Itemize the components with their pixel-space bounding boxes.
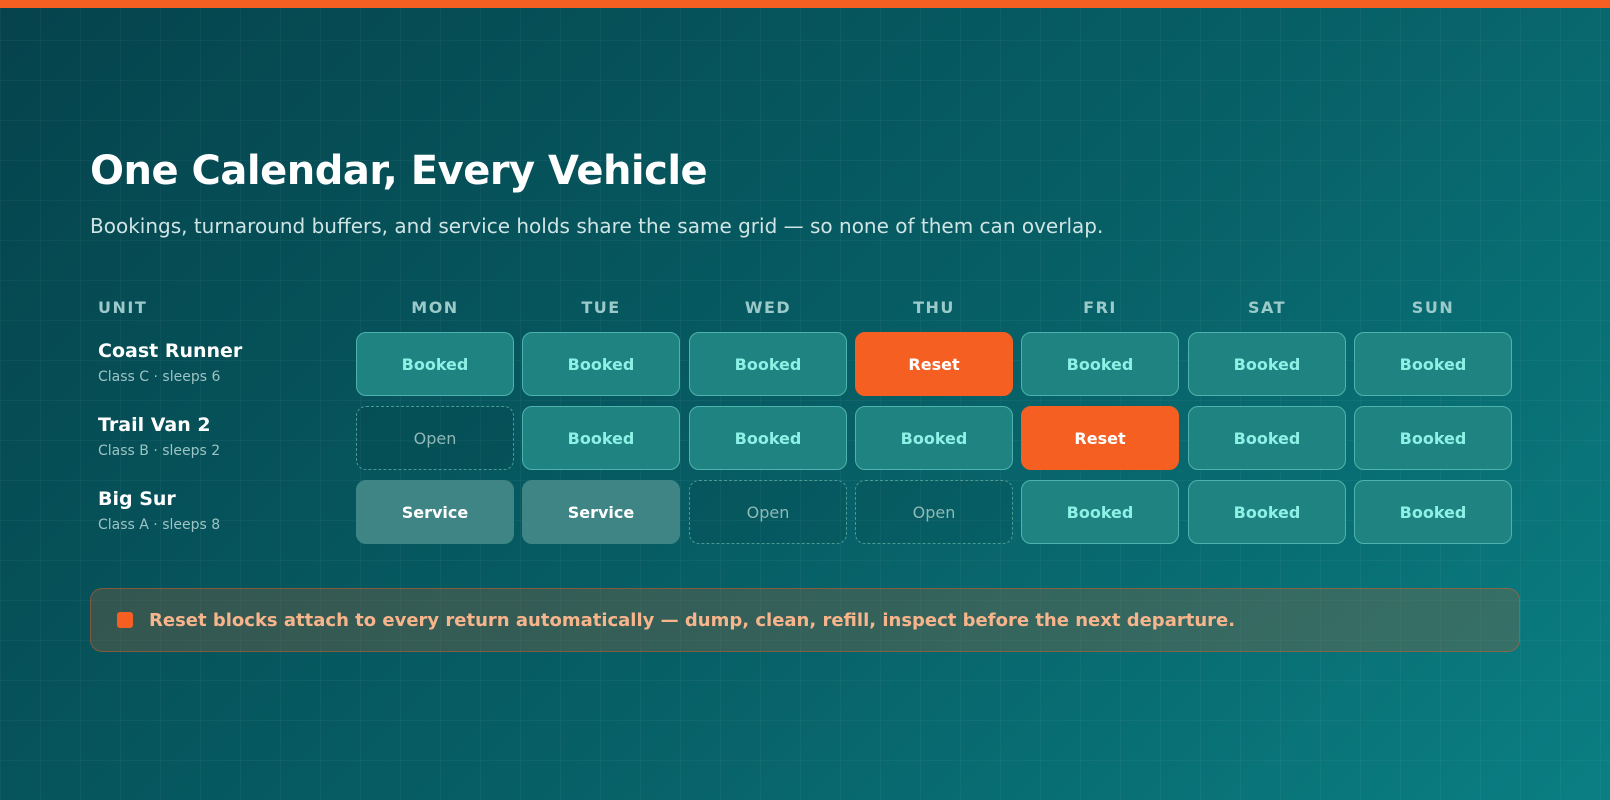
cell-coast-runner-fri[interactable]: Booked bbox=[1021, 332, 1179, 396]
background-grid bbox=[0, 0, 1610, 800]
day-header-fri: FRI bbox=[1083, 298, 1117, 317]
day-header-sun: SUN bbox=[1411, 298, 1455, 317]
cell-big-sur-thu[interactable]: Open bbox=[855, 480, 1013, 544]
cell-coast-runner-thu[interactable]: Reset bbox=[855, 332, 1013, 396]
cell-coast-runner-sun[interactable]: Booked bbox=[1354, 332, 1512, 396]
cell-trail-van-2-fri[interactable]: Reset bbox=[1021, 406, 1179, 470]
cell-coast-runner-tue[interactable]: Booked bbox=[522, 332, 680, 396]
reset-info-banner: Reset blocks attach to every return auto… bbox=[90, 588, 1520, 652]
cell-coast-runner-wed[interactable]: Booked bbox=[689, 332, 847, 396]
cell-coast-runner-mon[interactable]: Booked bbox=[356, 332, 514, 396]
cell-big-sur-sun[interactable]: Booked bbox=[1354, 480, 1512, 544]
reset-marker-icon bbox=[117, 612, 133, 628]
day-header-wed: WED bbox=[744, 298, 792, 317]
cell-big-sur-mon[interactable]: Service bbox=[356, 480, 514, 544]
page-title: One Calendar, Every Vehicle bbox=[90, 148, 708, 194]
cell-trail-van-2-wed[interactable]: Booked bbox=[689, 406, 847, 470]
unit-detail-big-sur: Class A · sleeps 8 bbox=[98, 517, 221, 533]
cell-trail-van-2-sat[interactable]: Booked bbox=[1188, 406, 1346, 470]
accent-top-bar bbox=[0, 0, 1610, 8]
reset-info-text: Reset blocks attach to every return auto… bbox=[149, 609, 1236, 631]
day-header-sat: SAT bbox=[1247, 298, 1287, 317]
day-header-mon: MON bbox=[411, 298, 459, 317]
cell-big-sur-wed[interactable]: Open bbox=[689, 480, 847, 544]
cell-big-sur-tue[interactable]: Service bbox=[522, 480, 680, 544]
cell-coast-runner-sat[interactable]: Booked bbox=[1188, 332, 1346, 396]
unit-name-big-sur: Big Sur bbox=[98, 488, 176, 510]
unit-column-header: UNIT bbox=[98, 298, 148, 317]
unit-detail-trail-van-2: Class B · sleeps 2 bbox=[98, 443, 221, 459]
cell-big-sur-fri[interactable]: Booked bbox=[1021, 480, 1179, 544]
cell-trail-van-2-mon[interactable]: Open bbox=[356, 406, 514, 470]
cell-trail-van-2-thu[interactable]: Booked bbox=[855, 406, 1013, 470]
unit-name-trail-van-2: Trail Van 2 bbox=[98, 414, 211, 436]
cell-big-sur-sat[interactable]: Booked bbox=[1188, 480, 1346, 544]
unit-detail-coast-runner: Class C · sleeps 6 bbox=[98, 369, 221, 385]
day-header-tue: TUE bbox=[581, 298, 621, 317]
cell-trail-van-2-tue[interactable]: Booked bbox=[522, 406, 680, 470]
unit-name-coast-runner: Coast Runner bbox=[98, 340, 243, 362]
cell-trail-van-2-sun[interactable]: Booked bbox=[1354, 406, 1512, 470]
page-subtitle: Bookings, turnaround buffers, and servic… bbox=[90, 214, 1104, 238]
day-header-thu: THU bbox=[913, 298, 955, 317]
